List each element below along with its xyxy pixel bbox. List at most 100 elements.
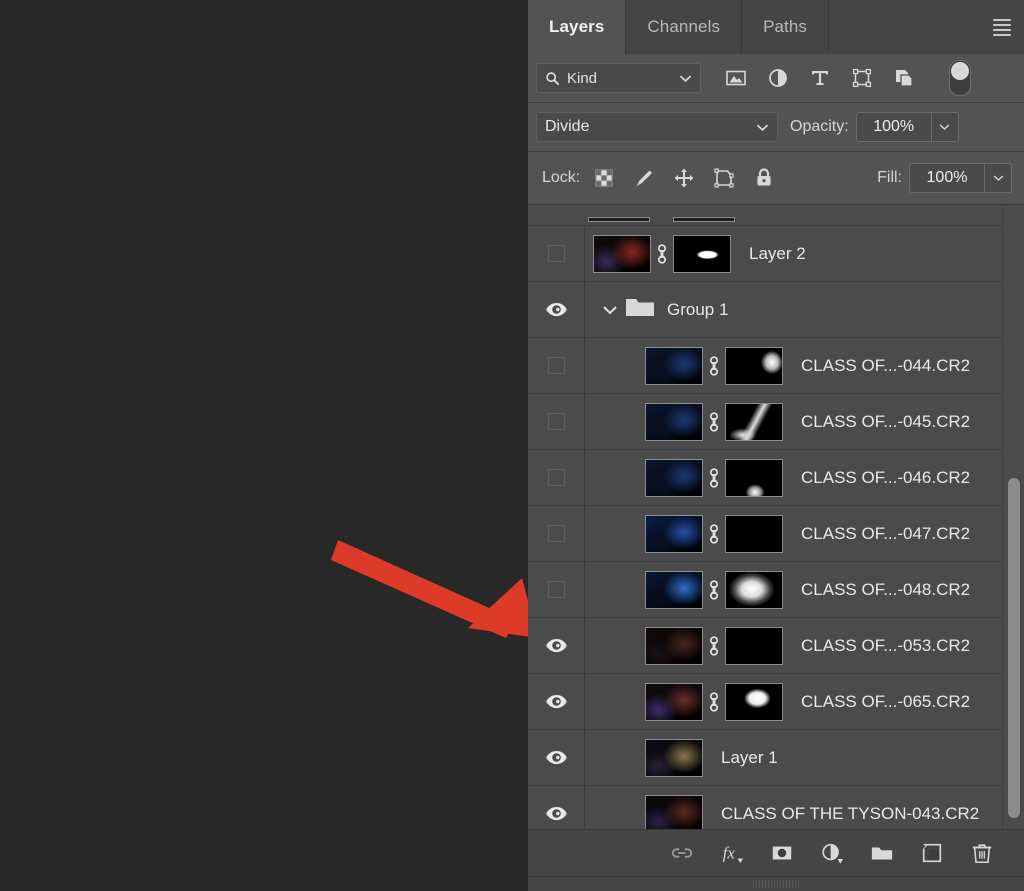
filter-adjustment-layers-icon[interactable] <box>767 67 789 89</box>
layer-mask-thumbnail[interactable] <box>725 682 783 721</box>
layer-mask-link-toggle[interactable] <box>706 410 722 434</box>
layer-mask-link-toggle[interactable] <box>706 578 722 602</box>
layer-row[interactable]: Layer 2 <box>528 226 1024 282</box>
layer-row[interactable]: Layer 1 <box>528 730 1024 786</box>
layer-mask-link-toggle[interactable] <box>654 242 670 266</box>
layer-name[interactable]: CLASS OF THE TYSON-043.CR2 <box>721 804 979 824</box>
layer-mask-link-icon[interactable] <box>707 522 721 546</box>
filter-type-layers-icon[interactable] <box>809 67 831 89</box>
layer-styles-fx-icon[interactable]: fx <box>720 841 744 865</box>
layer-list[interactable]: Layer 2 Group 1 CLASS OF...-044.CR2 CLASS O… <box>528 205 1024 829</box>
layer-mask-link-toggle[interactable] <box>706 522 722 546</box>
new-adjustment-layer-icon[interactable] <box>820 841 844 865</box>
layer-thumbnail[interactable] <box>645 402 703 441</box>
layer-row[interactable]: CLASS OF...-065.CR2 <box>528 674 1024 730</box>
layer-visibility-toggle[interactable] <box>528 562 585 617</box>
layer-name[interactable]: Layer 2 <box>749 244 806 264</box>
layer-visibility-toggle[interactable] <box>528 506 585 561</box>
layer-thumbnail[interactable] <box>645 570 703 609</box>
layer-mask-link-toggle[interactable] <box>706 466 722 490</box>
new-group-icon[interactable] <box>870 841 894 865</box>
layer-mask-thumbnail[interactable] <box>725 514 783 553</box>
layer-visibility-toggle[interactable] <box>528 338 585 393</box>
layer-visibility-toggle[interactable] <box>528 226 585 281</box>
layer-row[interactable]: CLASS OF THE TYSON-043.CR2 <box>528 786 1024 829</box>
panel-resize-grip[interactable] <box>528 876 1024 891</box>
layer-name[interactable]: CLASS OF...-048.CR2 <box>801 580 970 600</box>
layer-thumbnail[interactable] <box>645 458 703 497</box>
tab-layers[interactable]: Layers <box>528 0 627 54</box>
layer-thumbnail[interactable] <box>645 794 703 829</box>
filter-shape-layers-icon[interactable] <box>851 67 873 89</box>
layer-mask-link-toggle[interactable] <box>706 634 722 658</box>
layer-mask-link-icon[interactable] <box>707 466 721 490</box>
layer-list-scrollbar-thumb[interactable] <box>1008 478 1020 818</box>
layer-row[interactable]: CLASS OF...-047.CR2 <box>528 506 1024 562</box>
partial-scrolled-layer-row[interactable] <box>528 205 1024 226</box>
delete-layer-icon[interactable] <box>970 841 994 865</box>
layer-thumbnail[interactable] <box>645 626 703 665</box>
add-layer-mask-icon[interactable] <box>770 841 794 865</box>
filter-pixel-layers-icon[interactable] <box>725 67 747 89</box>
layer-thumbnail[interactable] <box>645 346 703 385</box>
opacity-field[interactable]: 100% <box>855 112 959 142</box>
layer-visibility-toggle[interactable] <box>528 394 585 449</box>
fill-field[interactable]: 100% <box>909 163 1012 193</box>
layer-row[interactable]: CLASS OF...-053.CR2 <box>528 618 1024 674</box>
layer-row[interactable]: CLASS OF...-045.CR2 <box>528 394 1024 450</box>
layer-row[interactable]: CLASS OF...-046.CR2 <box>528 450 1024 506</box>
layer-visibility-toggle[interactable] <box>528 450 585 505</box>
opacity-dropdown-button[interactable] <box>930 113 958 141</box>
disclosure-chevron-down-icon[interactable] <box>602 304 618 316</box>
layer-name[interactable]: CLASS OF...-046.CR2 <box>801 468 970 488</box>
layer-visibility-toggle[interactable] <box>528 674 585 729</box>
group-disclosure-toggle[interactable] <box>599 304 621 316</box>
layer-name[interactable]: CLASS OF...-045.CR2 <box>801 412 970 432</box>
lock-all-icon[interactable] <box>753 167 775 189</box>
layer-mask-thumbnail[interactable] <box>725 570 783 609</box>
tab-channels[interactable]: Channels <box>626 0 743 54</box>
layer-thumbnail[interactable] <box>593 234 651 273</box>
layer-mask-thumbnail[interactable] <box>673 234 731 273</box>
lock-position-icon[interactable] <box>673 167 695 189</box>
layer-mask-thumbnail[interactable] <box>725 626 783 665</box>
layer-mask-thumbnail[interactable] <box>725 458 783 497</box>
filter-kind-select[interactable]: Kind <box>536 63 701 93</box>
link-layers-icon[interactable] <box>670 841 694 865</box>
layer-visibility-toggle[interactable] <box>528 786 585 829</box>
layer-name[interactable]: CLASS OF...-044.CR2 <box>801 356 970 376</box>
layer-visibility-toggle[interactable] <box>528 282 585 337</box>
new-layer-icon[interactable] <box>920 841 944 865</box>
layer-name[interactable]: CLASS OF...-065.CR2 <box>801 692 970 712</box>
layer-mask-link-toggle[interactable] <box>706 354 722 378</box>
lock-artboard-nesting-icon[interactable] <box>713 167 735 189</box>
layer-mask-link-icon[interactable] <box>707 578 721 602</box>
layer-mask-link-icon[interactable] <box>707 634 721 658</box>
panel-menu-button[interactable] <box>980 0 1024 54</box>
blend-mode-select[interactable]: Divide <box>536 112 778 142</box>
layer-mask-link-icon[interactable] <box>707 354 721 378</box>
filter-smart-object-layers-icon[interactable] <box>893 67 915 89</box>
layer-visibility-toggle[interactable] <box>528 730 585 785</box>
tab-paths[interactable]: Paths <box>742 0 830 54</box>
layer-visibility-toggle[interactable] <box>528 618 585 673</box>
lock-image-pixels-icon[interactable] <box>633 167 655 189</box>
lock-transparent-pixels-icon[interactable] <box>593 167 615 189</box>
layer-name[interactable]: Group 1 <box>667 300 728 320</box>
layer-name[interactable]: CLASS OF...-053.CR2 <box>801 636 970 656</box>
layer-mask-link-toggle[interactable] <box>706 690 722 714</box>
layer-mask-thumbnail[interactable] <box>725 402 783 441</box>
layer-mask-link-icon[interactable] <box>707 410 721 434</box>
layer-mask-thumbnail[interactable] <box>725 346 783 385</box>
layer-name[interactable]: CLASS OF...-047.CR2 <box>801 524 970 544</box>
fill-dropdown-button[interactable] <box>984 164 1011 192</box>
layer-thumbnail[interactable] <box>645 514 703 553</box>
layer-thumbnail[interactable] <box>645 682 703 721</box>
layer-name[interactable]: Layer 1 <box>721 748 778 768</box>
layer-row[interactable]: Group 1 <box>528 282 1024 338</box>
layer-thumbnail[interactable] <box>645 738 703 777</box>
layer-row[interactable]: CLASS OF...-044.CR2 <box>528 338 1024 394</box>
layer-mask-link-icon[interactable] <box>707 690 721 714</box>
filter-enable-toggle[interactable] <box>949 60 971 96</box>
layer-row[interactable]: CLASS OF...-048.CR2 <box>528 562 1024 618</box>
